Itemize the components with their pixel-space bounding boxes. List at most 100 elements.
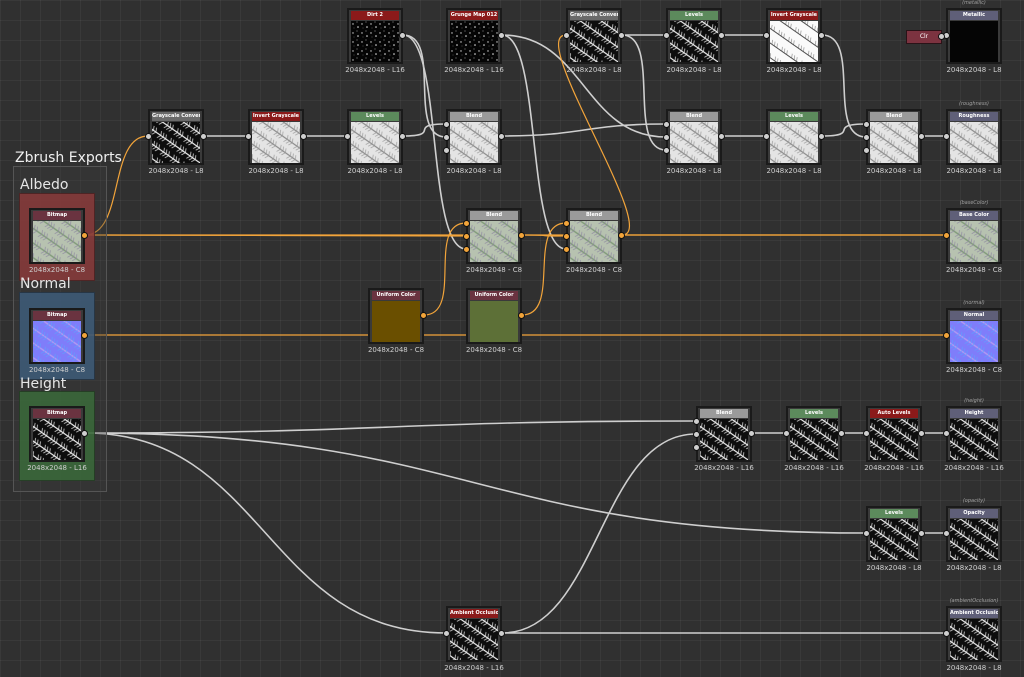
output-port[interactable] [718, 133, 725, 140]
output-port[interactable] [818, 32, 825, 39]
node-blend3[interactable]: Blend [866, 109, 922, 165]
output-port[interactable] [918, 530, 925, 537]
output-port[interactable] [498, 133, 505, 140]
output-port[interactable] [718, 32, 725, 39]
input-port[interactable] [663, 147, 670, 154]
output-port[interactable] [81, 430, 88, 437]
input-port[interactable] [693, 444, 700, 451]
input-port[interactable] [443, 147, 450, 154]
node-bitmap_albedo[interactable]: Bitmap [29, 208, 85, 264]
output-port[interactable] [420, 312, 427, 319]
input-port[interactable] [863, 530, 870, 537]
node-levels5[interactable]: Levels [866, 506, 922, 562]
input-port[interactable] [943, 630, 950, 637]
output-port[interactable] [618, 232, 625, 239]
input-port[interactable] [863, 134, 870, 141]
input-port[interactable] [943, 232, 950, 239]
input-port[interactable] [463, 220, 470, 227]
node-blendc2[interactable]: Blend [566, 208, 622, 264]
output-port[interactable] [300, 133, 307, 140]
input-port[interactable] [863, 147, 870, 154]
input-port[interactable] [443, 134, 450, 141]
node-uniform2[interactable]: Uniform Color [466, 288, 522, 344]
input-port[interactable] [145, 133, 152, 140]
input-port[interactable] [783, 430, 790, 437]
output-port[interactable] [518, 312, 525, 319]
output-port[interactable] [399, 32, 406, 39]
node-graph-canvas[interactable]: Zbrush Exports Albedo Normal Height Grayscal… [0, 0, 1024, 677]
input-port[interactable] [693, 431, 700, 438]
input-port[interactable] [563, 32, 570, 39]
wire-invert2-to-blend3[interactable] [821, 34, 867, 138]
node-basecolor[interactable]: Base Color [946, 208, 1002, 264]
input-port[interactable] [943, 430, 950, 437]
output-port[interactable] [938, 33, 945, 40]
wire-blendc2-to-grayconv2[interactable] [558, 34, 630, 236]
node-opacity[interactable]: Opacity [946, 506, 1002, 562]
node-grayconv1[interactable]: Grayscale Convers... [148, 109, 204, 165]
wire-levels1-to-blend1[interactable] [402, 123, 447, 137]
input-port[interactable] [463, 246, 470, 253]
output-port[interactable] [81, 332, 88, 339]
node-metallic[interactable]: Metallic [946, 8, 1002, 64]
node-ao[interactable]: Ambient Occlusion... [446, 606, 502, 662]
node-bitmap_normal[interactable]: Bitmap [29, 308, 85, 364]
node-normal_out[interactable]: Normal [946, 308, 1002, 364]
node-invert2[interactable]: Invert Grayscale [766, 8, 822, 64]
node-roughness[interactable]: Roughness [946, 109, 1002, 165]
node-dirt2[interactable]: Dirt 2 [347, 8, 403, 64]
input-port[interactable] [443, 630, 450, 637]
output-port[interactable] [399, 133, 406, 140]
input-port[interactable] [943, 530, 950, 537]
node-blend1[interactable]: Blend [446, 109, 502, 165]
input-port[interactable] [863, 430, 870, 437]
input-port[interactable] [463, 233, 470, 240]
node-height_out[interactable]: Height [946, 406, 1002, 462]
input-port[interactable] [943, 133, 950, 140]
output-port[interactable] [618, 32, 625, 39]
input-port[interactable] [344, 133, 351, 140]
wire-levels3-to-blend3[interactable] [821, 123, 867, 137]
input-port[interactable] [245, 133, 252, 140]
wire-bitmap_height-to-blendh[interactable] [84, 420, 697, 434]
node-levels1[interactable]: Levels [347, 109, 403, 165]
input-port[interactable] [663, 32, 670, 39]
output-port[interactable] [748, 430, 755, 437]
output-port[interactable] [498, 630, 505, 637]
node-blendc1[interactable]: Blend [466, 208, 522, 264]
node-grayconv2[interactable]: Grayscale Convers... [566, 8, 622, 64]
input-port[interactable] [943, 332, 950, 339]
wire-ao-to-blendh[interactable] [501, 433, 697, 634]
input-port[interactable] [863, 121, 870, 128]
node-uniform1[interactable]: Uniform Color [368, 288, 424, 344]
input-port[interactable] [563, 220, 570, 227]
output-port[interactable] [918, 430, 925, 437]
node-grunge[interactable]: Grunge Map 012 [446, 8, 502, 64]
node-autolevels[interactable]: Auto Levels [866, 406, 922, 462]
output-port[interactable] [838, 430, 845, 437]
wire-dirt2-to-blend1[interactable] [402, 34, 447, 138]
output-port[interactable] [518, 232, 525, 239]
input-port[interactable] [763, 32, 770, 39]
mini-color-node[interactable]: Clr [906, 30, 942, 44]
input-port[interactable] [443, 121, 450, 128]
output-port[interactable] [81, 232, 88, 239]
input-port[interactable] [693, 418, 700, 425]
node-blend2[interactable]: Blend [666, 109, 722, 165]
wire-grayconv2-to-blend2[interactable] [621, 34, 667, 151]
input-port[interactable] [563, 246, 570, 253]
node-levels4[interactable]: Levels [786, 406, 842, 462]
node-levels3[interactable]: Levels [766, 109, 822, 165]
node-blendh[interactable]: Blend [696, 406, 752, 462]
node-levels2[interactable]: Levels [666, 8, 722, 64]
input-port[interactable] [563, 233, 570, 240]
output-port[interactable] [818, 133, 825, 140]
node-ao_out[interactable]: Ambient Occlusion [946, 606, 1002, 662]
input-port[interactable] [763, 133, 770, 140]
output-port[interactable] [200, 133, 207, 140]
input-port[interactable] [663, 134, 670, 141]
output-port[interactable] [918, 133, 925, 140]
input-port[interactable] [663, 121, 670, 128]
output-port[interactable] [498, 32, 505, 39]
node-bitmap_height[interactable]: Bitmap [29, 406, 85, 462]
